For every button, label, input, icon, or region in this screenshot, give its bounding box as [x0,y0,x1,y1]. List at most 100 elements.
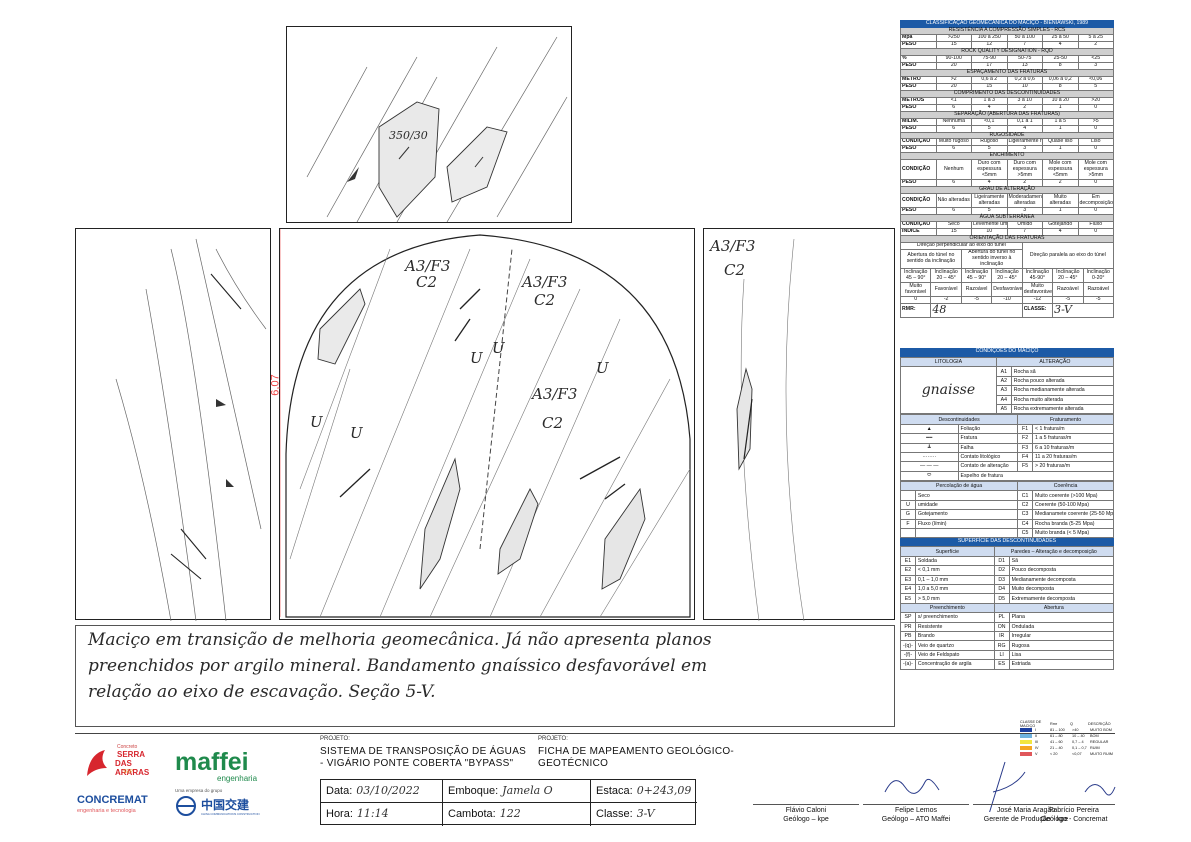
cell: PB [900,630,916,642]
concremat-name: CONCREMAT [77,794,148,806]
cell: umidade [914,499,1019,511]
lithology-value: gnaisse [900,366,997,415]
rock-mass-conditions-legend: CONDIÇÕES DO MACIÇO LITOLOGIA ALTERAÇÃO g… [899,348,1115,670]
cell: Medianamente decomposta [1008,574,1115,586]
cell: > 5,0 mm [914,593,995,604]
cell: Inclinação 20 – 45° [1052,268,1084,284]
cell: -(f)- [900,649,916,661]
cell: Ligeiramente rugoso [1006,138,1043,147]
cell: PESO [900,145,937,154]
signature-block: Flávio Caloni Geólogo – kpe [753,804,859,824]
cell: -5 [1082,296,1115,304]
discontinuity-fracturing-table: Descontinuidades Fraturamento ▲ Foliação F1… [899,414,1114,482]
cell: Foliação [957,423,1019,435]
cell: 75-90 [971,54,1008,63]
cell: D1 [993,555,1010,567]
cell: Favorável [930,282,962,298]
cccc-group: Uma empresa do grupo [175,788,223,793]
observations-box: Maciço em transição de melhoria geomecân… [75,625,895,727]
water-mark-u: U [310,413,323,431]
cell: MILIM. [900,117,937,126]
classe-label: Classe: [596,808,633,820]
observation-line: preenchidos por argilo mineral. Bandamen… [88,656,708,676]
cell: Muito coerente (>100 Mpa) [1032,490,1114,501]
cell: Quase liso [1042,138,1079,147]
walls-head: Paredes – Alteração e decomposição [993,546,1115,557]
cell [914,528,1019,539]
key-cell: III [1035,740,1039,744]
cell: E2 [900,565,916,576]
key-cell: REGULAR [1090,740,1109,744]
cell: <25 [1077,54,1114,63]
percolation-head: Percolação de água [899,481,1019,492]
hora-value: 11:14 [356,807,389,820]
cell: Inclinação 20 – 45° [930,268,962,284]
cell: F2 [1017,433,1034,444]
cell: -(q)- [900,640,916,651]
hora-label: Hora: [326,808,353,820]
cell: C1 [1017,490,1034,501]
cell: ÍNDICE [900,228,937,237]
cell: 50-75 [1006,54,1043,63]
cell: 6 [935,145,972,154]
cell: PESO [900,124,937,133]
cell: Levemente úmido [971,221,1008,230]
lithologic-contact-symbol-icon: ········ [900,451,959,463]
signer-role: Geólogo – kpe [783,816,829,823]
date-label: Data: [326,785,353,797]
cell: 1 a 5 [1042,117,1079,126]
cell: 0,6 a 2 [971,75,1008,84]
cell: >20 [1077,96,1114,105]
cell: 2 [1042,179,1079,188]
cambota-field: Cambota: 122 [443,803,591,826]
cell: 1 a 5 fraturas/m [1032,433,1114,444]
cell: <0,06 [1077,75,1114,84]
concremat-sub: engenharia e tecnologia [77,808,136,814]
cell: Soldada [914,555,995,567]
cell: F4 [1017,451,1034,463]
face-height-label: 6,07 [269,374,282,396]
cell: Contato de alteração [957,461,1019,472]
cell: 5 [1077,82,1114,91]
percolation-coherence-table: Percolação de água Coerência Seco C1 Muito … [899,481,1114,539]
signer-role: Geólogo - Concremat [1040,816,1108,823]
cell: C5 [1017,528,1034,539]
cell: Veio de quartzo [914,640,995,651]
key-head: DESCRIÇÃO [1088,722,1111,726]
cell: 25-50 [1042,54,1079,63]
key-cell: <0,07 [1072,752,1082,756]
cell: SP [900,612,916,623]
zone-label-2-coherence: C2 [534,291,556,309]
lithology-head: LITOLOGIA [900,356,997,368]
cell: Abertura do túnel no sentido inverso à i… [960,249,1023,270]
cell: 0,1 – 1,0 mm [914,574,995,586]
crown-sketch-drawing [306,36,568,223]
cell: Coerente (50-100 Mpa) [1032,499,1114,511]
cell: Muito desfavorável [1021,282,1054,298]
cell: <1 [935,96,972,105]
key-cell: < 20 [1050,752,1058,756]
sketch-left-wall-panel [75,228,271,621]
water-mark-u: U [350,424,363,442]
cell: Seco [935,221,972,230]
cell: 100 a 250 [971,33,1008,42]
rmr-label: RMR: [899,303,932,318]
cell: Espelho de fratura [957,470,1114,482]
estaca-field: Estaca: 0+243,09 [591,780,697,803]
cell: Seco [914,490,1019,501]
class-swatch [1020,733,1032,739]
key-cell: I [1035,728,1037,732]
cell: 90-100 [935,54,972,63]
alteration-head: ALTERAÇÃO [995,356,1115,368]
tunnel-face-drawing [280,229,691,618]
cell: Resistente [914,621,995,632]
cell: Falha [957,442,1019,453]
cell: < 1 fratura/m [1032,423,1114,435]
cell: Nenhuma [935,117,972,126]
cell: 1 [1042,145,1079,154]
cell: Gotejando [1042,221,1079,230]
water-mark-u: U [596,359,609,377]
opening-head: Abertura [993,602,1115,614]
signer-name: Felipe Lemos [894,807,938,814]
cell: 3 a 10 [1006,96,1043,105]
